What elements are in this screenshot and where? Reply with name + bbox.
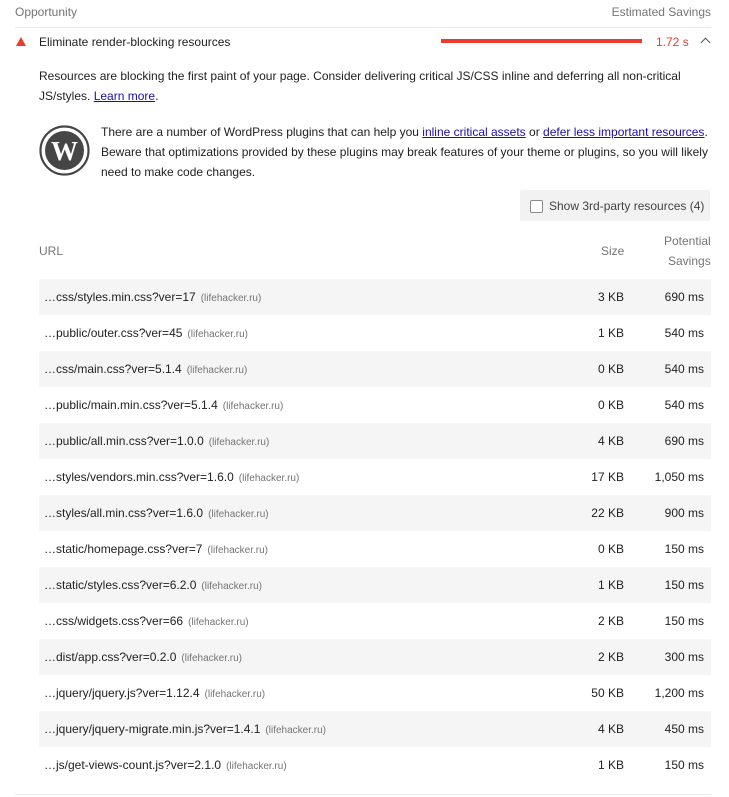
savings-column-header-line1: Potential [664,234,711,248]
resource-savings: 450 ms [664,722,704,736]
resource-size: 0 KB [597,362,624,376]
resource-savings: 540 ms [664,362,704,376]
table-row: …dist/app.css?ver=0.2.0 (lifehacker.ru) 2… [39,639,711,675]
resource-size: 0 KB [597,542,624,556]
resource-size: 17 KB [591,470,624,484]
resource-savings: 540 ms [664,326,704,340]
stack-pack-text: There are a number of WordPress plugins … [101,122,709,182]
opportunity-column-label: Opportunity [15,5,78,19]
table-row: …styles/all.min.css?ver=1.6.0 (lifehacker… [39,495,711,531]
resource-host: (lifehacker.ru) [226,761,287,772]
resource-url: …static/styles.css?ver=6.2.0 [44,578,197,592]
resource-url: …styles/all.min.css?ver=1.6.0 [44,506,204,520]
resource-url: …js/get-views-count.js?ver=2.1.0 [44,758,222,772]
savings-column-header-line2: Savings [668,254,711,268]
resource-url: …jquery/jquery-migrate.min.js?ver=1.4.1 [44,722,261,736]
resource-size: 1 KB [597,326,624,340]
wordpress-icon: W [39,125,90,176]
defer-less-important-resources-link[interactable]: defer less important resources [543,125,704,139]
table-row: …css/main.css?ver=5.1.4 (lifehacker.ru) 0… [39,351,711,387]
resource-host: (lifehacker.ru) [208,437,270,448]
resource-host: (lifehacker.ru) [265,725,326,736]
table-row: …public/outer.css?ver=45 (lifehacker.ru) … [39,315,711,351]
section-divider [15,794,711,795]
resource-size: 50 KB [591,686,624,700]
resource-url: …static/homepage.css?ver=7 [44,542,203,556]
resource-host: (lifehacker.ru) [186,365,248,376]
opportunity-header: Opportunity Estimated Savings [15,0,711,28]
audit-title: Eliminate render-blocking resources [39,35,231,49]
table-row: …jquery/jquery-migrate.min.js?ver=1.4.1 (… [39,711,711,747]
estimated-savings-column-label: Estimated Savings [611,5,711,19]
savings-value: 1.72 s [656,35,689,49]
inline-critical-assets-link[interactable]: inline critical assets [422,125,525,139]
resource-savings: 150 ms [664,542,704,556]
audit-description: Resources are blocking the first paint o… [39,66,711,106]
resource-savings: 1,050 ms [654,470,704,484]
resource-size: 22 KB [591,506,624,520]
resource-savings: 900 ms [664,506,704,520]
resource-savings: 150 ms [664,614,704,628]
resource-savings: 150 ms [664,758,704,772]
table-row: …css/widgets.css?ver=66 (lifehacker.ru) 2… [39,603,711,639]
resource-size: 1 KB [597,578,624,592]
url-column-header: URL [39,244,64,258]
resource-size: 0 KB [597,398,624,412]
resource-host: (lifehacker.ru) [238,473,300,484]
resource-url: …css/main.css?ver=5.1.4 [44,362,182,376]
third-party-label: Show 3rd-party resources (4) [549,199,705,213]
resource-size: 2 KB [597,650,624,664]
resource-host: (lifehacker.ru) [181,653,242,664]
resource-host: (lifehacker.ru) [188,617,249,628]
resource-savings: 690 ms [664,290,704,304]
resource-size: 1 KB [597,758,624,772]
resource-url: …jquery/jquery.js?ver=1.12.4 [44,686,200,700]
savings-bar [441,39,642,43]
resource-url: …public/all.min.css?ver=1.0.0 [44,434,204,448]
third-party-checkbox[interactable] [530,200,543,213]
table-row: …jquery/jquery.js?ver=1.12.4 (lifehacker.… [39,675,711,711]
description-suffix: . [155,89,159,103]
table-row: …public/main.min.css?ver=5.1.4 (lifehacke… [39,387,711,423]
resource-host: (lifehacker.ru) [208,509,269,520]
resource-savings: 540 ms [664,398,704,412]
resource-host: (lifehacker.ru) [201,581,262,592]
table-row: …js/get-views-count.js?ver=2.1.0 (lifehac… [39,747,711,783]
table-row: …static/homepage.css?ver=7 (lifehacker.ru… [39,531,711,567]
resource-size: 3 KB [597,290,624,304]
resource-host: (lifehacker.ru) [187,329,248,340]
resource-url: …public/outer.css?ver=45 [44,326,183,340]
resource-host: (lifehacker.ru) [222,401,284,412]
resource-savings: 690 ms [664,434,704,448]
resource-savings: 300 ms [664,650,704,664]
table-row: …styles/vendors.min.css?ver=1.6.0 (lifeha… [39,459,711,495]
table-row: …static/styles.css?ver=6.2.0 (lifehacker.… [39,567,711,603]
size-column-header: Size [601,244,625,258]
resource-url: …public/main.min.css?ver=5.1.4 [44,398,218,412]
svg-text:W: W [51,136,78,166]
resource-host: (lifehacker.ru) [207,545,268,556]
chevron-up-icon[interactable] [700,37,711,48]
resource-host: (lifehacker.ru) [204,689,266,700]
audit-summary-toggle[interactable]: Eliminate render-blocking resources 1.72… [15,28,711,56]
stack-pack-text-2: or [529,125,540,139]
third-party-filter[interactable]: Show 3rd-party resources (4) [520,190,710,221]
learn-more-link[interactable]: Learn more [94,89,155,103]
resource-savings: 1,200 ms [654,686,704,700]
resource-size: 2 KB [597,614,624,628]
resource-host: (lifehacker.ru) [200,293,262,304]
stack-pack-text-1: There are a number of WordPress plugins … [101,125,419,139]
resource-size: 4 KB [597,722,624,736]
resource-url: …dist/app.css?ver=0.2.0 [44,650,177,664]
resource-url: …styles/vendors.min.css?ver=1.6.0 [44,470,234,484]
resource-url: …css/widgets.css?ver=66 [44,614,184,628]
resource-url: …css/styles.min.css?ver=17 [44,290,196,304]
resource-savings: 150 ms [664,578,704,592]
resource-size: 4 KB [597,434,624,448]
warning-triangle-icon [16,37,26,46]
table-row: …css/styles.min.css?ver=17 (lifehacker.ru… [39,279,711,315]
table-row: …public/all.min.css?ver=1.0.0 (lifehacker… [39,423,711,459]
